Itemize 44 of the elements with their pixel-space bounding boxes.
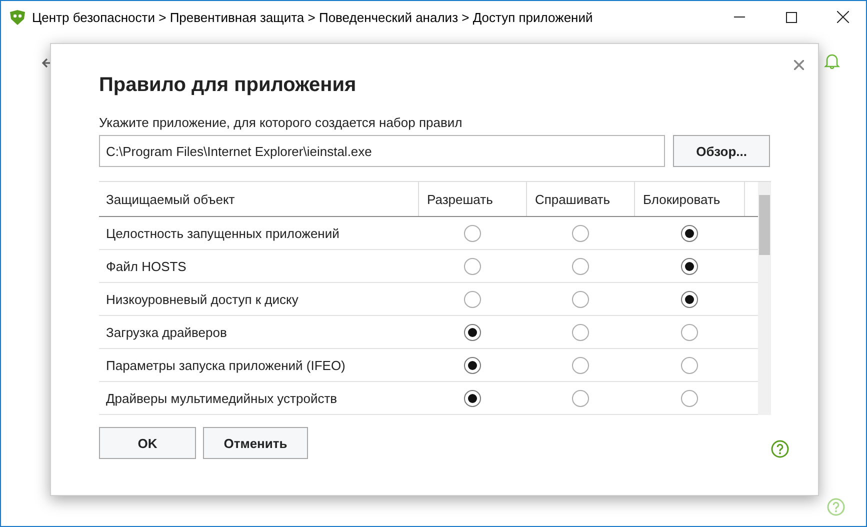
- dialog-title: Правило для приложения: [99, 74, 358, 97]
- radio-button[interactable]: [680, 224, 698, 242]
- close-icon[interactable]: [837, 11, 849, 23]
- bell-icon[interactable]: [824, 53, 840, 69]
- help-icon[interactable]: [771, 440, 789, 458]
- radio-button[interactable]: [572, 390, 588, 406]
- table-cell-text: Целостность запущенных приложений: [105, 224, 340, 243]
- column-header: Блокировать: [634, 182, 744, 216]
- column-header: Разрешать: [418, 182, 526, 216]
- radio-button[interactable]: [464, 290, 480, 308]
- cancel-button[interactable]: Отменить: [203, 427, 308, 459]
- radio-button[interactable]: [572, 356, 588, 374]
- minimize-icon[interactable]: [734, 16, 744, 18]
- ok-button[interactable]: OK: [99, 427, 196, 459]
- radio-button[interactable]: [464, 324, 480, 340]
- help-icon[interactable]: [827, 498, 845, 516]
- scrollbar[interactable]: [758, 182, 771, 415]
- radio-button[interactable]: [464, 356, 480, 374]
- radio-button[interactable]: [572, 324, 588, 340]
- radio-button[interactable]: [572, 258, 588, 274]
- radio-button[interactable]: [680, 290, 698, 308]
- browse-button[interactable]: Обзор...: [673, 135, 770, 167]
- radio-button[interactable]: [464, 224, 480, 242]
- table-cell-text: Файл HOSTS: [105, 258, 188, 276]
- radio-button[interactable]: [464, 258, 480, 274]
- column-header: Защищаемый объект: [105, 190, 236, 209]
- maximize-icon[interactable]: [786, 12, 796, 22]
- table-cell-text: Загрузка драйверов: [105, 324, 228, 342]
- table-cell-text: Низкоуровневый доступ к диску: [105, 290, 300, 309]
- path-field[interactable]: C:\Program Files\Internet Explorer\ieinstal.exe: [99, 135, 666, 167]
- back-arrow-icon[interactable]: [41, 57, 53, 69]
- radio-button[interactable]: [572, 290, 588, 308]
- radio-button[interactable]: [680, 324, 698, 340]
- column-header: Спрашивать: [526, 182, 634, 216]
- radio-button[interactable]: [680, 356, 698, 374]
- table-cell-text: Драйверы мультимедийных устройств: [105, 390, 338, 408]
- shield-logo-icon: [9, 10, 26, 24]
- radio-button[interactable]: [572, 224, 588, 242]
- path-label: Укажите приложение, для которого создается набор правил: [99, 115, 464, 130]
- radio-button[interactable]: [464, 390, 480, 406]
- table-cell-text: Параметры запуска приложений (IFEO): [105, 356, 346, 375]
- radio-button[interactable]: [680, 258, 698, 274]
- radio-button[interactable]: [680, 390, 698, 406]
- window-title: Центр безопасности > Превентивная защита > Поведенческий анализ > Доступ приложений: [32, 10, 594, 24]
